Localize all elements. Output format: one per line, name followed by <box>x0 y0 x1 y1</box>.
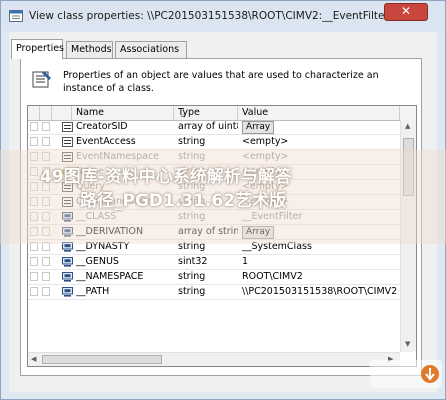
header-type[interactable]: Type <box>174 106 238 120</box>
header-check-col-2[interactable] <box>40 106 52 120</box>
row-checkbox[interactable] <box>30 257 38 266</box>
window-app-icon <box>9 10 23 22</box>
header-value-label: Value <box>242 107 269 118</box>
title-bar[interactable]: View class properties: \\PC201503151538\… <box>1 1 445 31</box>
header-name-label: Name <box>76 107 105 118</box>
properties-list-icon <box>32 71 51 88</box>
row-value: \\PC201503151538\ROOT\CIMV2:__ <box>242 286 398 297</box>
row-name: __PATH <box>76 286 110 297</box>
properties-description: Properties of an object are values that … <box>63 70 379 94</box>
header-value[interactable]: Value <box>238 106 400 120</box>
array-button[interactable]: Array <box>242 121 275 134</box>
property-icon <box>62 137 73 147</box>
horizontal-scroll-thumb[interactable] <box>42 355 162 364</box>
table-row[interactable]: __NAMESPACE string ROOT\CIMV2 <box>28 270 400 285</box>
row-name: __NAMESPACE <box>76 271 144 282</box>
table-row[interactable]: CreatorSID array of uint8 Array <box>28 120 400 135</box>
header-check-col[interactable] <box>28 106 40 120</box>
row-checkbox[interactable] <box>30 137 38 146</box>
scroll-up-icon[interactable]: ▲ <box>405 122 410 130</box>
row-type: string <box>178 271 206 282</box>
system-icon <box>62 287 73 297</box>
row-type: sint32 <box>178 256 208 267</box>
close-button[interactable]: ✕ <box>384 3 428 21</box>
row-value: 1 <box>242 256 249 267</box>
row-value: Array <box>242 120 398 134</box>
watermark-logo <box>370 360 442 388</box>
row-value: ROOT\CIMV2 <box>242 271 303 282</box>
row-checkbox-2[interactable] <box>42 287 50 296</box>
tab-methods[interactable]: Methods <box>66 41 113 58</box>
header-type-label: Type <box>178 107 200 118</box>
tab-associations[interactable]: Associations <box>115 41 187 58</box>
table-row[interactable]: __PATH string \\PC201503151538\ROOT\CIMV2:… <box>28 285 400 300</box>
system-icon <box>62 272 73 282</box>
watermark-line-2: 路径_PGD1.31.62艺术版 <box>80 191 287 211</box>
tab-associations-label: Associations <box>120 44 180 55</box>
row-checkbox-2[interactable] <box>42 272 50 281</box>
row-checkbox[interactable] <box>30 287 38 296</box>
row-checkbox-2[interactable] <box>42 257 50 266</box>
row-checkbox[interactable] <box>30 122 38 131</box>
property-icon <box>62 122 73 132</box>
scroll-down-icon[interactable]: ▼ <box>405 340 410 348</box>
row-checkbox[interactable] <box>30 272 38 281</box>
tab-properties-label: Properties <box>16 43 65 54</box>
row-name: EventAccess <box>76 136 136 147</box>
tab-properties[interactable]: Properties <box>11 39 65 59</box>
row-type: array of uint8 <box>178 121 238 132</box>
header-name[interactable]: Name ⊿ <box>72 106 186 120</box>
scroll-left-icon[interactable]: ◀ <box>31 355 36 363</box>
table-row[interactable]: __GENUS sint32 1 <box>28 255 400 270</box>
header-icon-col[interactable] <box>52 106 72 120</box>
system-icon <box>62 257 73 267</box>
row-type: string <box>178 136 206 147</box>
row-type: string <box>178 286 206 297</box>
watermark-line-1: 49图库-资料中心系统解析与解答 <box>40 167 292 187</box>
row-checkbox-2[interactable] <box>42 122 50 131</box>
tab-methods-label: Methods <box>71 44 112 55</box>
grid-header: Name ⊿ Type Value <box>28 106 416 121</box>
horizontal-scrollbar[interactable]: ◀ ▶ <box>28 352 400 366</box>
row-checkbox-2[interactable] <box>42 137 50 146</box>
close-icon: ✕ <box>400 4 412 18</box>
row-name: CreatorSID <box>76 121 128 132</box>
table-row[interactable]: EventAccess string <empty> <box>28 135 400 150</box>
window-title: View class properties: \\PC201503151538\… <box>29 10 389 22</box>
row-name: __GENUS <box>76 256 119 267</box>
row-value: <empty> <box>242 136 289 147</box>
watermark-text: 49图库-资料中心系统解析与解答 路径_PGD1.31.62艺术版 <box>40 165 420 213</box>
